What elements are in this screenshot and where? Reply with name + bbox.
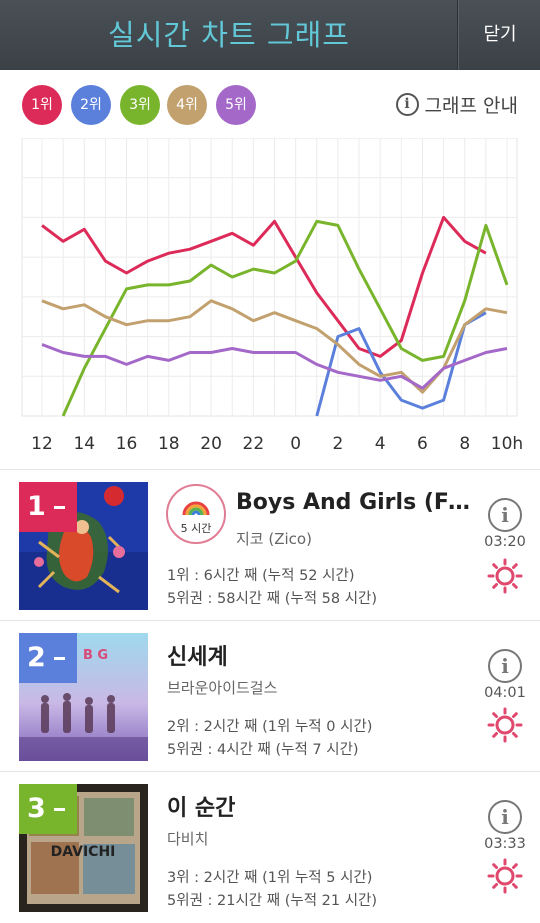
legend-rank-4[interactable]: 4위	[167, 85, 207, 125]
chart-row-1[interactable]: 1 5 시간 Boys And Girls (Feat. Babylon) 지코…	[0, 469, 540, 621]
x-tick-label: 20	[200, 434, 222, 454]
album-cover-1[interactable]: 1	[19, 482, 148, 610]
song-title[interactable]: Boys And Girls (Feat. Babylon)	[236, 490, 484, 515]
x-tick-label: 14	[73, 434, 95, 454]
header-divider	[457, 0, 459, 70]
close-button[interactable]: 닫기	[460, 0, 540, 70]
song-duration: 03:20	[484, 534, 526, 550]
x-tick-label: 8	[459, 434, 470, 454]
x-tick-label: 18	[158, 434, 180, 454]
album-cover-2[interactable]: B G 2	[19, 633, 148, 761]
info-icon: i	[395, 92, 419, 116]
x-tick-label: 10h	[491, 434, 523, 454]
first-place-hours-badge: 5 시간	[166, 484, 226, 544]
rank-stat-line-1: 3위 : 2시간 째 (1위 누적 5 시간)	[167, 870, 373, 886]
song-info-icon[interactable]: i	[488, 800, 522, 834]
x-tick-label: 16	[116, 434, 138, 454]
legend-rank-1[interactable]: 1위	[22, 85, 62, 125]
sun-icon[interactable]	[487, 707, 523, 743]
legend-rank-5[interactable]: 5위	[216, 85, 256, 125]
song-info-icon[interactable]: i	[488, 498, 522, 532]
x-tick-label: 22	[243, 434, 265, 454]
song-title[interactable]: 신세계	[167, 639, 483, 671]
x-tick-label: 2	[332, 434, 343, 454]
rank-stat-line-1: 1위 : 6시간 째 (누적 52 시간)	[167, 568, 355, 584]
song-artist[interactable]: 다비치	[167, 828, 208, 849]
song-info-icon[interactable]: i	[488, 649, 522, 683]
rank-number-3: 3	[27, 793, 46, 824]
rank-stat-line-2: 5위권 : 4시간 째 (누적 7 시간)	[167, 742, 359, 758]
rank-badge-2: 2	[19, 633, 77, 683]
hours-badge-label: 5 시간	[180, 522, 212, 535]
header-bar: 실시간 차트 그래프 닫기	[0, 0, 540, 70]
song-title[interactable]: 이 순간	[167, 790, 483, 822]
x-tick-label: 6	[417, 434, 428, 454]
rank-stat-line-1: 2위 : 2시간 째 (1위 누적 0 시간)	[167, 719, 373, 735]
album-2-text-b: B G	[83, 648, 108, 663]
chart-row-2[interactable]: B G 2 신세계 브라운아이드걸스 2위 : 2시간 째 (1위 누적 0 시…	[0, 620, 540, 772]
song-artist[interactable]: 브라운아이드걸스	[167, 677, 277, 698]
plot-area	[21, 138, 518, 417]
x-tick-label: 12	[31, 434, 53, 454]
x-axis-ticks: 12 14 16 18 20 22 0 2 4 6 8 10h	[31, 434, 523, 454]
page-title: 실시간 차트 그래프	[108, 18, 350, 52]
rank-number-1: 1	[27, 491, 46, 522]
rank-number-2: 2	[27, 642, 46, 673]
rank-stat-line-2: 5위권 : 58시간 째 (누적 58 시간)	[167, 591, 378, 607]
rank-change-dash	[54, 657, 65, 660]
chart-row-3[interactable]: DAVICHI 3 이 순간 다비치 3위 : 2시간 째 (1위 누적 5 시…	[0, 771, 540, 923]
x-tick-label: 4	[375, 434, 386, 454]
album-cover-3[interactable]: DAVICHI 3	[19, 784, 148, 912]
rank-stat-line-2: 5위권 : 21시간 째 (누적 21 시간)	[167, 893, 378, 909]
legend-rank-2[interactable]: 2위	[71, 85, 111, 125]
x-tick-label: 0	[290, 434, 301, 454]
song-duration: 04:01	[484, 685, 526, 701]
sun-icon[interactable]	[487, 858, 523, 894]
song-artist[interactable]: 지코 (Zico)	[236, 528, 312, 549]
rank-change-dash	[54, 808, 65, 811]
chart-legend: 1위 2위 3위 4위 5위 i 그래프 안내	[0, 70, 540, 138]
album-3-text: DAVICHI	[51, 844, 116, 860]
graph-guide-button[interactable]: i 그래프 안내	[395, 90, 518, 118]
realtime-chart: 12 14 16 18 20 22 0 2 4 6 8 10h	[21, 138, 523, 454]
graph-guide-label: 그래프 안내	[424, 94, 518, 117]
rank-change-dash	[54, 506, 65, 509]
rank-badge-1: 1	[19, 482, 77, 532]
sun-icon[interactable]	[487, 558, 523, 594]
rank-badge-3: 3	[19, 784, 77, 834]
legend-rank-3[interactable]: 3위	[120, 85, 160, 125]
song-duration: 03:33	[484, 836, 526, 852]
